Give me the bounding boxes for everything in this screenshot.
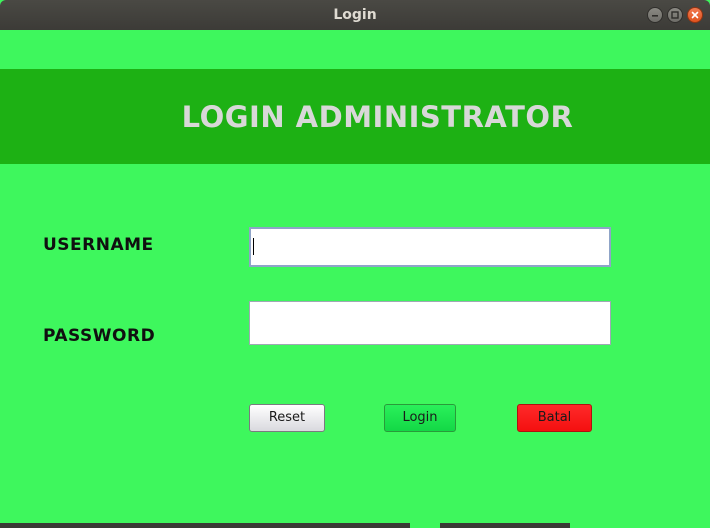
- login-button[interactable]: Login: [384, 404, 456, 432]
- page-title: LOGIN ADMINISTRATOR: [181, 100, 574, 134]
- login-window: Login LOGIN ADMINISTRATOR USERNAME PASSW…: [0, 0, 710, 528]
- password-input[interactable]: [249, 301, 611, 345]
- reset-button[interactable]: Reset: [249, 404, 325, 432]
- cancel-button[interactable]: Batal: [517, 404, 592, 432]
- window-title: Login: [333, 7, 377, 23]
- text-cursor: [253, 238, 254, 255]
- username-input[interactable]: [249, 227, 611, 267]
- username-label: USERNAME: [43, 235, 154, 255]
- background-window-edge: [440, 523, 570, 528]
- header-banner: LOGIN ADMINISTRATOR: [0, 69, 710, 164]
- password-label: PASSWORD: [43, 326, 156, 346]
- title-bar[interactable]: Login: [0, 0, 710, 30]
- bottom-edge: [0, 521, 710, 528]
- close-button[interactable]: [687, 7, 703, 23]
- minimize-button[interactable]: [647, 7, 663, 23]
- background-window-edge: [0, 523, 410, 528]
- maximize-icon: [671, 11, 679, 19]
- close-icon: [691, 11, 699, 19]
- maximize-button[interactable]: [667, 7, 683, 23]
- minimize-icon: [652, 15, 658, 17]
